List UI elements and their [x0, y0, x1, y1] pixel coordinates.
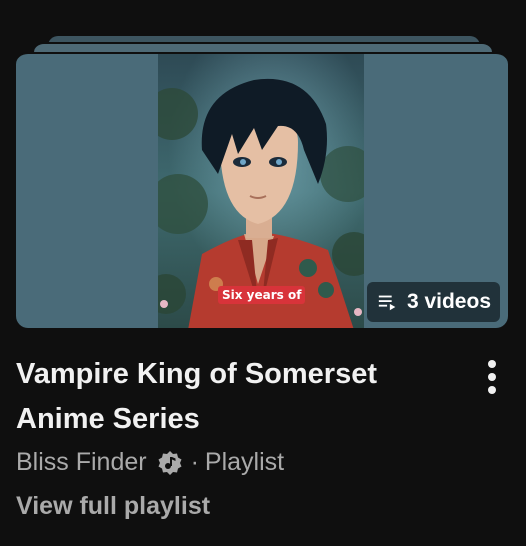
meta-separator: · — [190, 448, 199, 476]
playlist-title[interactable]: Vampire King of Somerset Anime Series — [16, 352, 456, 442]
playlist-type-label: Playlist — [204, 448, 285, 476]
playlist-card[interactable]: Six years of 3 videos Vampire King of So… — [0, 0, 526, 546]
playlist-queue-icon — [378, 295, 396, 311]
playlist-meta: Bliss Finder · Playlist — [16, 448, 284, 477]
channel-name[interactable]: Bliss Finder — [16, 448, 147, 477]
thumbnail-caption: Six years of — [218, 286, 306, 304]
verified-music-icon — [158, 450, 182, 475]
more-actions-button[interactable] — [478, 358, 506, 396]
more-vert-icon — [488, 360, 496, 394]
view-full-playlist-link[interactable]: View full playlist — [16, 492, 210, 521]
video-count-label: 3 videos — [406, 290, 491, 313]
playlist-thumbnail[interactable]: Six years of 3 videos — [16, 52, 508, 328]
video-count-badge: 3 videos — [366, 282, 500, 322]
